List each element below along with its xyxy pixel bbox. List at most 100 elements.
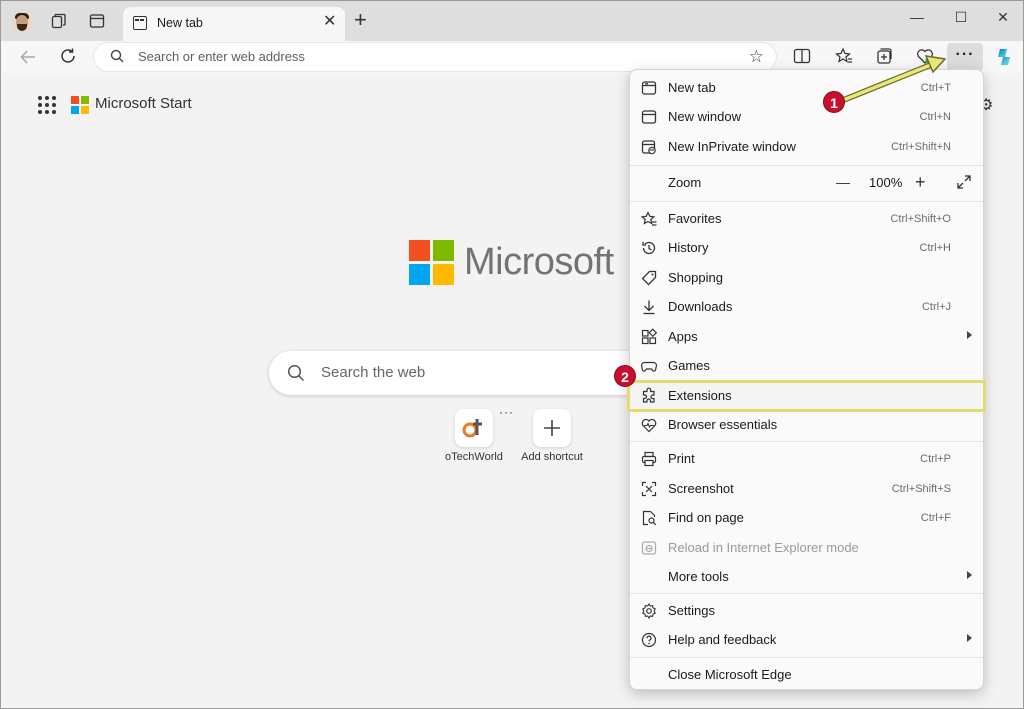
menu-item-shopping[interactable]: Shopping xyxy=(630,263,983,292)
menu-item-help-and-feedback[interactable]: Help and feedback xyxy=(630,625,983,654)
menu-separator xyxy=(630,657,983,658)
split-screen-icon[interactable] xyxy=(793,47,811,65)
menu-item-extensions[interactable]: Extensions xyxy=(627,380,986,412)
menu-item-downloads[interactable]: Downloads Ctrl+J xyxy=(630,292,983,321)
workspaces-icon[interactable] xyxy=(51,13,67,29)
games-icon xyxy=(640,361,658,372)
settings-and-more-menu: New tab Ctrl+T New window Ctrl+N New InP… xyxy=(627,69,986,690)
app-launcher-icon[interactable] xyxy=(38,96,56,114)
refresh-icon[interactable] xyxy=(59,47,77,65)
plus-icon xyxy=(533,409,571,447)
screenshot-icon xyxy=(641,481,657,497)
heart-pulse-icon xyxy=(641,418,657,433)
menu-item-shortcut: Ctrl+Shift+N xyxy=(891,141,951,153)
menu-item-new-tab[interactable]: New tab Ctrl+T xyxy=(630,73,983,102)
step-1-badge: 1 xyxy=(823,91,845,113)
favorite-star-icon[interactable]: ☆ xyxy=(749,47,764,67)
microsoft-logo xyxy=(409,240,454,285)
submenu-arrow-icon xyxy=(967,571,972,579)
menu-item-label: Print xyxy=(668,451,695,466)
menu-item-label: Settings xyxy=(668,603,715,618)
new-tab-icon xyxy=(641,81,657,95)
favorites-icon xyxy=(640,211,657,226)
menu-item-settings[interactable]: Settings xyxy=(630,596,983,625)
menu-item-zoom: Zoom — 100% + xyxy=(630,168,983,197)
search-icon xyxy=(110,49,124,63)
submenu-arrow-icon xyxy=(967,331,972,339)
gear-icon xyxy=(642,602,656,620)
menu-item-label: Close Microsoft Edge xyxy=(668,667,792,682)
step-2-badge: 2 xyxy=(614,365,636,387)
tab-new-tab[interactable]: New tab ✕ xyxy=(123,7,345,41)
zoom-label: Zoom xyxy=(668,175,702,190)
menu-item-find-on-page[interactable]: Find on page Ctrl+F xyxy=(630,503,983,532)
microsoft-start-link[interactable]: Microsoft Start xyxy=(95,95,192,112)
menu-separator xyxy=(630,593,983,594)
menu-item-new-window[interactable]: New window Ctrl+N xyxy=(630,102,983,131)
menu-item-label: Browser essentials xyxy=(668,417,778,432)
menu-item-label: History xyxy=(668,240,709,255)
menu-item-screenshot[interactable]: Screenshot Ctrl+Shift+S xyxy=(630,474,983,503)
menu-item-close-edge[interactable]: Close Microsoft Edge xyxy=(630,660,983,689)
menu-item-more-tools[interactable]: More tools xyxy=(630,562,983,591)
menu-item-reload-ie-mode: Reload in Internet Explorer mode xyxy=(630,533,983,562)
settings-and-more-button[interactable]: ··· xyxy=(947,43,983,71)
menu-item-shortcut: Ctrl+Shift+S xyxy=(891,483,951,495)
browser-essentials-icon[interactable] xyxy=(916,47,934,65)
minimize-button[interactable]: — xyxy=(897,7,937,27)
menu-item-label: More tools xyxy=(668,569,729,584)
ie-icon xyxy=(641,541,657,555)
menu-item-history[interactable]: History Ctrl+H xyxy=(630,233,983,262)
menu-item-shortcut: Ctrl+N xyxy=(919,111,951,123)
menu-item-print[interactable]: Print Ctrl+P xyxy=(630,444,983,473)
puzzle-icon xyxy=(642,387,655,403)
help-icon xyxy=(641,632,657,648)
menu-item-label: Find on page xyxy=(668,510,744,525)
menu-item-new-inprivate-window[interactable]: New InPrivate window Ctrl+Shift+N xyxy=(630,132,983,161)
menu-item-label: Favorites xyxy=(668,211,722,226)
menu-item-label: Games xyxy=(668,358,710,373)
menu-item-label: New window xyxy=(668,109,741,124)
menu-item-shortcut: Ctrl+P xyxy=(920,453,951,465)
profile-avatar[interactable] xyxy=(11,11,33,33)
favorites-bar-icon[interactable] xyxy=(835,47,853,65)
menu-item-apps[interactable]: Apps xyxy=(630,322,983,351)
tab-title: New tab xyxy=(157,16,203,30)
address-placeholder: Search or enter web address xyxy=(138,49,305,64)
vertical-tabs-icon[interactable] xyxy=(89,13,105,29)
fullscreen-icon[interactable] xyxy=(956,174,972,190)
collections-icon[interactable] xyxy=(875,47,893,65)
history-icon xyxy=(642,241,656,255)
tab-close-button[interactable]: ✕ xyxy=(323,14,336,30)
maximize-button[interactable]: ☐ xyxy=(941,7,981,27)
microsoft-wordmark: Microsoft xyxy=(464,241,614,283)
apps-icon xyxy=(641,328,658,345)
zoom-out-button[interactable]: — xyxy=(836,172,850,192)
shortcut-label: Add shortcut xyxy=(521,451,583,463)
inprivate-icon xyxy=(641,140,656,155)
new-tab-button[interactable]: + xyxy=(354,9,367,31)
menu-item-browser-essentials[interactable]: Browser essentials xyxy=(630,410,983,439)
menu-item-games[interactable]: Games xyxy=(630,351,983,380)
browser-window: New tab ✕ + — ☐ ✕ Search or enter web ad… xyxy=(0,0,1024,709)
back-arrow-icon[interactable] xyxy=(19,48,37,66)
search-icon xyxy=(287,364,305,382)
menu-item-favorites[interactable]: Favorites Ctrl+Shift+O xyxy=(630,204,983,233)
address-bar[interactable]: Search or enter web address ☆ xyxy=(94,43,776,71)
menu-item-shortcut: Ctrl+H xyxy=(919,242,951,254)
search-placeholder: Search the web xyxy=(321,364,426,381)
otechworld-icon xyxy=(455,409,493,447)
menu-item-label: Extensions xyxy=(668,388,732,403)
close-window-button[interactable]: ✕ xyxy=(983,7,1023,27)
menu-separator xyxy=(630,165,983,166)
window-icon xyxy=(641,110,657,124)
menu-item-label: Apps xyxy=(668,329,698,344)
web-search-box[interactable]: Search the web xyxy=(269,351,649,395)
title-bar: New tab ✕ + — ☐ ✕ xyxy=(1,1,1023,41)
menu-separator xyxy=(630,441,983,442)
zoom-in-button[interactable]: + xyxy=(915,172,926,192)
menu-item-label: Help and feedback xyxy=(668,632,777,647)
add-shortcut[interactable]: Add shortcut xyxy=(512,409,592,463)
copilot-icon[interactable] xyxy=(993,46,1015,68)
menu-item-label: Screenshot xyxy=(668,481,734,496)
